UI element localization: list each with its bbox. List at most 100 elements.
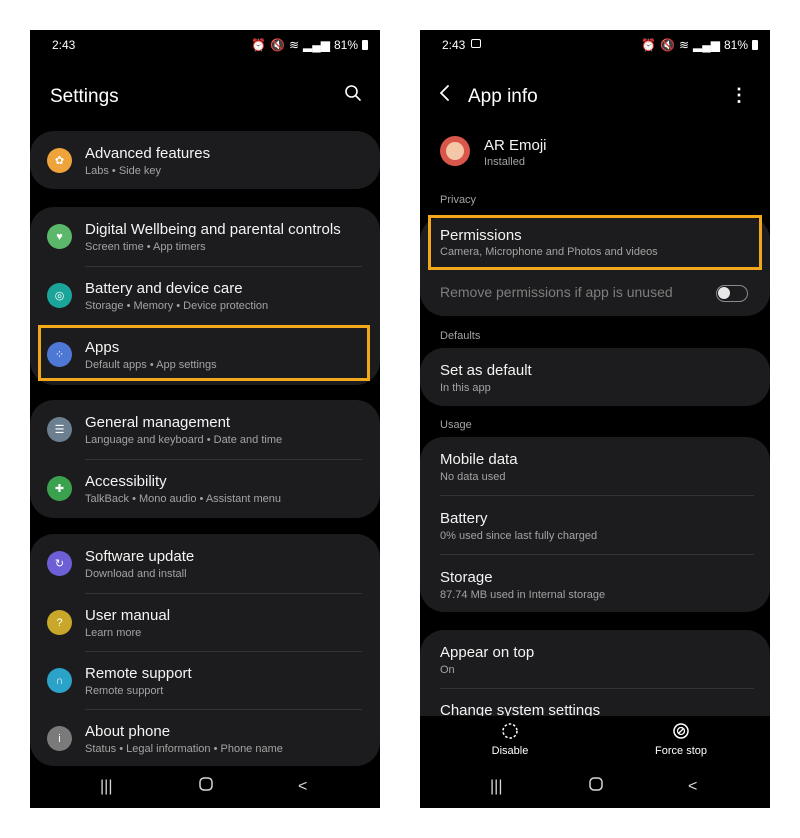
battery-percent: 81% [333,38,358,52]
info-icon: i [47,726,72,751]
settings-item-about-phone[interactable]: i About phone Status • Legal information… [30,709,380,766]
mute-icon: 🔇 [269,38,285,52]
item-subtitle: Learn more [85,627,142,639]
ar-emoji-app-icon [440,136,470,166]
settings-screen: 2:43 ⏰ 🔇 ≋ ▂▄▆ 81% Settings ✿ Advanced f… [30,30,380,808]
defaults-card: Set as default In this app [420,348,770,406]
status-icons: ⏰ 🔇 ≋ ▂▄▆ 81% [641,38,758,52]
settings-item-battery-device-care[interactable]: ◎ Battery and device care Storage • Memo… [30,266,380,325]
headset-icon: ∩ [47,668,72,693]
home-icon[interactable] [198,776,214,797]
item-label: About phone [85,723,171,740]
status-time: 2:43 [442,38,466,52]
item-subtitle: Storage • Memory • Device protection [85,300,269,312]
item-label: Remote support [85,665,192,682]
item-label: Battery and device care [85,280,243,297]
item-subtitle: Screen time • App timers [85,241,206,253]
item-subtitle: Status • Legal information • Phone name [85,743,283,755]
remove-permissions-row[interactable]: Remove permissions if app is unused [420,268,770,316]
battery-icon [752,40,758,50]
recent-apps-icon[interactable]: ||| [100,778,112,796]
manual-icon: ? [47,610,72,635]
item-subtitle: Labs • Side key [85,165,162,177]
item-subtitle: TalkBack • Mono audio • Assistant menu [85,493,282,505]
battery-percent: 81% [723,38,748,52]
settings-item-advanced-features[interactable]: ✿ Advanced features Labs • Side key [30,131,380,189]
appear-on-top-subtitle: On [440,664,455,676]
settings-group-3: ☰ General management Language and keyboa… [30,400,380,518]
item-label: Digital Wellbeing and parental controls [85,221,341,238]
disable-icon [482,722,538,742]
set-as-default-row[interactable]: Set as default In this app [420,348,770,406]
settings-item-digital-wellbeing[interactable]: ♥ Digital Wellbeing and parental control… [30,207,380,266]
permissions-highlight-box [428,215,762,270]
disable-label: Disable [491,745,529,757]
battery-label: Battery [440,510,488,527]
disable-button[interactable]: Disable [482,722,538,757]
mobile-data-label: Mobile data [440,451,518,468]
set-as-default-subtitle: In this app [440,382,491,394]
item-subtitle: Download and install [85,568,187,580]
usage-card: Mobile data No data used Battery 0% used… [420,437,770,612]
mobile-data-row[interactable]: Mobile data No data used [420,437,770,495]
app-info-screen: 2:43 ⏰ 🔇 ≋ ▂▄▆ 81% App info ⋮ AR Emoji I… [420,30,770,808]
home-icon[interactable] [588,776,604,797]
navigation-bar: ||| < [30,766,380,808]
battery-row[interactable]: Battery 0% used since last fully charged [420,495,770,554]
settings-item-general-management[interactable]: ☰ General management Language and keyboa… [30,400,380,459]
bottom-action-bar: Disable Force stop [420,716,770,766]
item-label: Advanced features [85,145,211,162]
force-stop-icon [646,722,716,742]
settings-item-remote-support[interactable]: ∩ Remote support Remote support [30,651,380,709]
status-alarm-icon: ⏰ [251,38,266,52]
signal-icon: ▂▄▆ [303,38,330,52]
mobile-data-subtitle: No data used [440,471,506,483]
appear-on-top-row[interactable]: Appear on top On [420,630,770,688]
status-icons: ⏰ 🔇 ≋ ▂▄▆ 81% [251,38,368,52]
accessibility-person-icon: ✚ [47,476,72,501]
mute-icon: 🔇 [659,38,675,52]
navigation-bar: ||| < [420,766,770,808]
force-stop-button[interactable]: Force stop [646,722,716,757]
remove-permissions-label: Remove permissions if app is unused [440,284,673,300]
settings-item-accessibility[interactable]: ✚ Accessibility TalkBack • Mono audio • … [30,459,380,518]
device-care-icon: ◎ [47,283,72,308]
settings-item-software-update[interactable]: ↻ Software update Download and install [30,534,380,593]
settings-item-user-manual[interactable]: ? User manual Learn more [30,593,380,651]
section-usage: Usage [440,419,472,431]
item-label: User manual [85,607,171,624]
storage-subtitle: 87.74 MB used in Internal storage [440,589,606,601]
back-arrow-icon[interactable] [438,84,452,108]
section-privacy: Privacy [440,194,477,206]
apps-highlight-box [38,325,370,381]
wifi-icon: ≋ [678,38,689,52]
settings-group-4: ↻ Software update Download and install ?… [30,534,380,766]
back-icon[interactable]: < [298,778,307,796]
star-gear-icon: ✿ [47,148,72,173]
set-as-default-label: Set as default [440,362,532,379]
storage-row[interactable]: Storage 87.74 MB used in Internal storag… [420,554,770,612]
item-label: Software update [85,548,195,565]
back-icon[interactable]: < [688,778,697,796]
status-bar: 2:43 ⏰ 🔇 ≋ ▂▄▆ 81% [420,30,770,58]
remove-permissions-toggle[interactable] [716,285,748,302]
more-options-icon[interactable]: ⋮ [730,85,748,106]
wifi-icon: ≋ [288,38,299,52]
search-icon[interactable] [344,84,362,107]
item-subtitle: Language and keyboard • Date and time [85,434,283,446]
battery-subtitle: 0% used since last fully charged [440,530,598,542]
recent-apps-icon[interactable]: ||| [490,778,502,796]
signal-icon: ▂▄▆ [693,38,720,52]
app-name: AR Emoji [484,137,547,154]
image-notification-icon [471,39,481,48]
settings-group-1: ✿ Advanced features Labs • Side key [30,131,380,189]
appear-on-top-label: Appear on top [440,644,535,661]
sliders-icon: ☰ [47,417,72,442]
status-bar: 2:43 ⏰ 🔇 ≋ ▂▄▆ 81% [30,30,380,58]
page-title: Settings [50,86,119,107]
update-icon: ↻ [47,551,72,576]
heart-circle-icon: ♥ [47,224,72,249]
item-label: General management [85,414,231,431]
item-label: Accessibility [85,473,167,490]
app-status: Installed [484,156,525,168]
